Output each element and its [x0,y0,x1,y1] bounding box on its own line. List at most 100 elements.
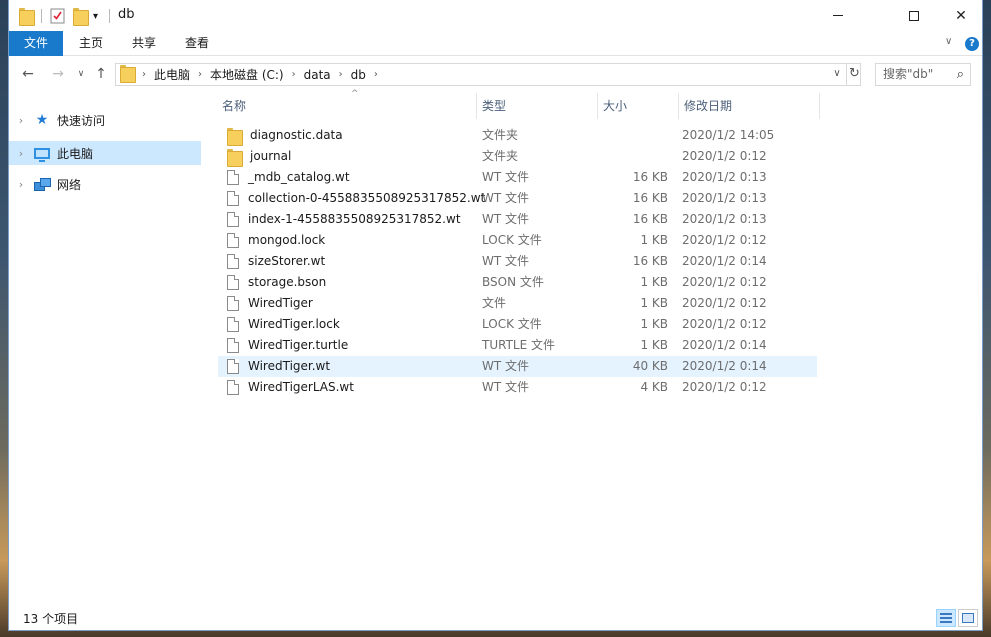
file-icon [227,296,239,311]
file-name-cell[interactable]: WiredTigerLAS.wt [227,377,354,398]
file-row[interactable]: sizeStorer.wt WT 文件 16 KB 2020/1/2 0:14 [218,251,817,272]
file-name-cell[interactable]: WiredTiger.turtle [227,335,348,356]
file-name[interactable]: diagnostic.data [250,125,343,146]
file-name-cell[interactable]: diagnostic.data [227,125,343,146]
file-type: WT 文件 [482,254,530,268]
file-row[interactable]: WiredTiger 文件 1 KB 2020/1/2 0:12 [218,293,817,314]
file-row[interactable]: collection-0-4558835508925317852.wt WT 文件… [218,188,817,209]
back-button[interactable]: ← [19,65,37,83]
file-modified-date: 2020/1/2 14:05 [682,128,775,142]
tab-view[interactable]: 查看 [175,31,219,56]
ribbon-tabs: 文件 主页 共享 查看 ∨ ? [9,31,982,56]
folder-icon [19,7,35,26]
file-name[interactable]: WiredTiger [248,293,313,314]
file-name-cell[interactable]: journal [227,146,291,167]
file-row[interactable]: journal 文件夹 2020/1/2 0:12 [218,146,817,167]
file-size [598,125,668,146]
maximize-button[interactable] [891,0,937,31]
file-modified-date: 2020/1/2 0:14 [682,254,767,268]
file-row[interactable]: WiredTiger.turtle TURTLE 文件 1 KB 2020/1/2 0… [218,335,817,356]
properties-icon[interactable] [50,7,65,25]
expand-icon[interactable]: › [9,147,33,160]
forward-button[interactable]: → [49,65,67,83]
breadcrumb-data[interactable]: data [298,68,337,82]
column-header-date[interactable]: 修改日期 [680,93,820,119]
file-name-cell[interactable]: collection-0-4558835508925317852.wt [227,188,485,209]
sidebar-item-this-pc[interactable]: › 此电脑 [9,141,201,165]
column-header-size[interactable]: 大小 [599,93,679,119]
file-row[interactable]: WiredTiger.lock LOCK 文件 1 KB 2020/1/2 0:12 [218,314,817,335]
search-input[interactable]: 搜索"db" ⌕ [875,63,971,86]
address-dropdown-button[interactable]: ∨ [828,65,846,83]
breadcrumb-separator[interactable]: › [372,69,380,80]
file-name-cell[interactable]: index-1-4558835508925317852.wt [227,209,461,230]
ribbon-collapse-button[interactable]: ∨ [945,36,952,47]
title-bar: ▾ db ✕ [9,0,982,31]
file-row[interactable]: _mdb_catalog.wt WT 文件 16 KB 2020/1/2 0:13 [218,167,817,188]
item-count: 13 个项目 [23,612,79,626]
sidebar-item-network[interactable]: › 网络 [9,172,201,196]
file-name-cell[interactable]: _mdb_catalog.wt [227,167,350,188]
file-name[interactable]: WiredTiger.turtle [248,335,348,356]
file-icon [227,212,239,227]
tab-file[interactable]: 文件 [9,31,63,56]
file-name[interactable]: collection-0-4558835508925317852.wt [248,188,485,209]
expand-icon[interactable]: › [9,178,33,191]
large-icons-view-button[interactable] [958,609,978,627]
breadcrumb-this-pc[interactable]: 此电脑 [148,66,196,83]
breadcrumb-separator[interactable]: › [290,69,298,80]
details-view-button[interactable] [936,609,956,627]
column-header-type[interactable]: 类型 [478,93,598,119]
file-type: LOCK 文件 [482,317,542,331]
file-icon [227,338,239,353]
file-name[interactable]: index-1-4558835508925317852.wt [248,209,461,230]
file-name[interactable]: mongod.lock [248,230,325,251]
breadcrumb-local-disk[interactable]: 本地磁盘 (C:) [204,66,290,83]
breadcrumb-separator[interactable]: › [140,69,148,80]
sidebar-item-quick-access[interactable]: › ★ 快速访问 [9,108,201,132]
new-folder-icon[interactable] [73,7,89,26]
breadcrumb-separator[interactable]: › [196,69,204,80]
address-bar[interactable]: › 此电脑 › 本地磁盘 (C:) › data › db › [115,63,861,86]
file-name[interactable]: storage.bson [248,272,326,293]
file-name[interactable]: WiredTiger.lock [248,314,340,335]
expand-icon[interactable]: › [9,114,33,127]
file-modified-date: 2020/1/2 0:12 [682,317,767,331]
file-name[interactable]: WiredTigerLAS.wt [248,377,354,398]
column-header-name[interactable]: 名称 [218,93,477,119]
file-row[interactable]: diagnostic.data 文件夹 2020/1/2 14:05 [218,125,817,146]
help-icon[interactable]: ? [965,37,979,51]
file-size: 1 KB [640,275,668,289]
file-row[interactable]: mongod.lock LOCK 文件 1 KB 2020/1/2 0:12 [218,230,817,251]
file-row[interactable]: index-1-4558835508925317852.wt WT 文件 16 KB… [218,209,817,230]
this-pc-icon [33,145,51,162]
file-row[interactable]: storage.bson BSON 文件 1 KB 2020/1/2 0:12 [218,272,817,293]
refresh-button[interactable]: ↻ [846,63,862,86]
tab-share[interactable]: 共享 [122,31,166,56]
file-name-cell[interactable]: WiredTiger.wt [227,356,330,377]
file-type: WT 文件 [482,212,530,226]
file-name-cell[interactable]: mongod.lock [227,230,325,251]
file-row[interactable]: WiredTigerLAS.wt WT 文件 4 KB 2020/1/2 0:12 [218,377,817,398]
breadcrumb-db[interactable]: db [345,68,372,82]
customize-toolbar-button[interactable]: ▾ [93,7,98,25]
file-row[interactable]: WiredTiger.wt WT 文件 40 KB 2020/1/2 0:14 [218,356,817,377]
breadcrumb-separator[interactable]: › [337,69,345,80]
recent-locations-button[interactable]: ∨ [72,65,90,83]
divider [109,7,110,25]
file-size: 16 KB [632,191,668,205]
file-name[interactable]: sizeStorer.wt [248,251,325,272]
close-button[interactable]: ✕ [938,0,984,31]
folder-icon [116,65,140,84]
minimize-button[interactable] [815,0,861,31]
search-icon[interactable]: ⌕ [957,64,964,85]
tab-home[interactable]: 主页 [69,31,113,56]
file-name-cell[interactable]: WiredTiger [227,293,313,314]
file-name[interactable]: _mdb_catalog.wt [248,167,350,188]
up-button[interactable]: ↑ [92,65,110,83]
file-name-cell[interactable]: storage.bson [227,272,326,293]
file-name[interactable]: journal [250,146,291,167]
file-name[interactable]: WiredTiger.wt [248,356,330,377]
file-name-cell[interactable]: sizeStorer.wt [227,251,325,272]
file-name-cell[interactable]: WiredTiger.lock [227,314,340,335]
